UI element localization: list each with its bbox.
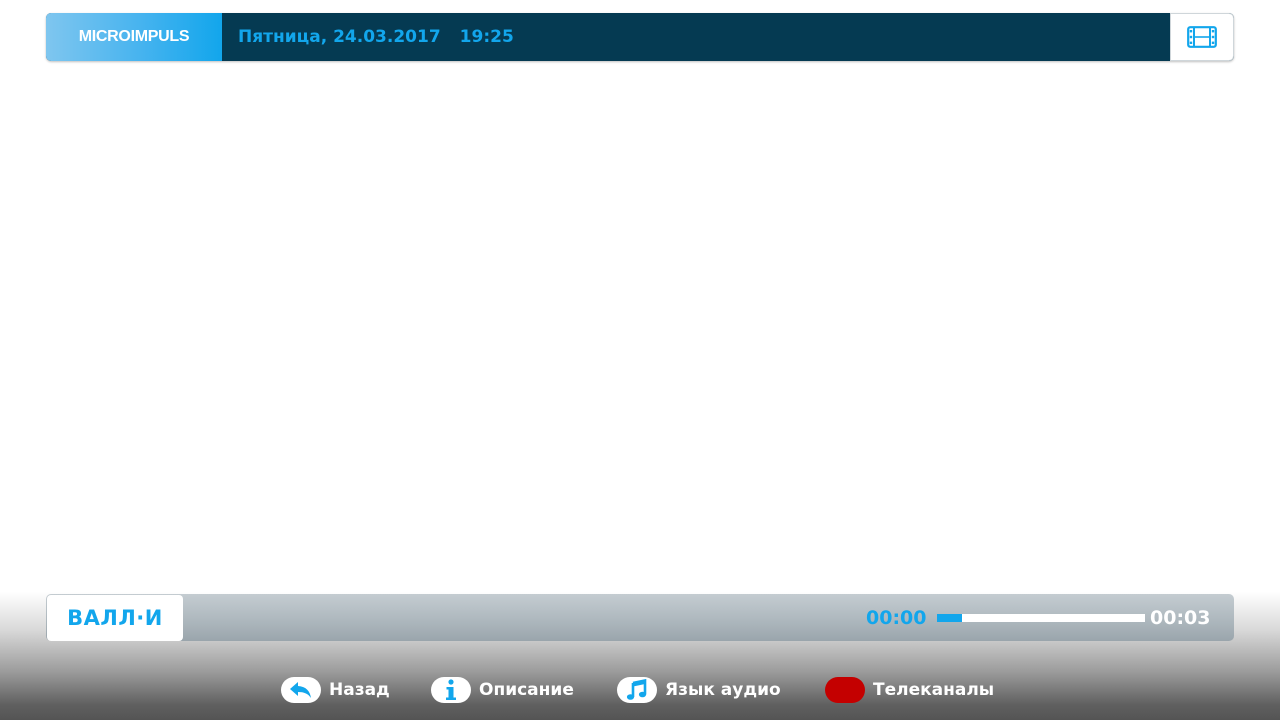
red-button-icon xyxy=(825,677,865,703)
channel-name: ВАЛЛ·И xyxy=(47,595,183,641)
film-strip-icon xyxy=(1187,26,1217,48)
back-key xyxy=(281,677,321,703)
total-time: 00:03 xyxy=(1150,606,1211,629)
hint-back[interactable]: Назад xyxy=(281,676,390,704)
hint-label-back: Назад xyxy=(329,680,390,700)
music-note-icon xyxy=(626,679,647,700)
hint-info[interactable]: Описание xyxy=(431,676,574,704)
back-arrow-icon xyxy=(290,682,311,698)
date-time: Пятница, 24.03.2017 19:25 xyxy=(238,13,514,61)
hint-label-audio: Язык аудио xyxy=(665,680,781,700)
current-time: 19:25 xyxy=(459,27,514,47)
brand-logo: MICROIMPULS xyxy=(46,13,222,61)
current-date: Пятница, 24.03.2017 xyxy=(238,27,441,47)
audio-key xyxy=(617,677,657,703)
info-icon xyxy=(446,679,456,700)
hint-tv-channels[interactable]: Телеканалы xyxy=(825,676,994,704)
player-screen: MICROIMPULS Пятница, 24.03.2017 19:25 ВА… xyxy=(0,0,1280,720)
remote-hints: Назад Описание Язык аудио Телеканалы xyxy=(0,676,1280,704)
hint-audio-language[interactable]: Язык аудио xyxy=(617,676,781,704)
playback-info-bar: ВАЛЛ·И 00:00 00:03 xyxy=(46,594,1234,641)
progress-fill xyxy=(937,614,962,622)
top-bar: MICROIMPULS Пятница, 24.03.2017 19:25 xyxy=(46,13,1234,61)
elapsed-time: 00:00 xyxy=(866,606,927,629)
hint-label-info: Описание xyxy=(479,680,574,700)
media-mode-button[interactable] xyxy=(1170,13,1234,61)
progress-bar[interactable] xyxy=(937,614,1145,622)
info-key xyxy=(431,677,471,703)
hint-label-channels: Телеканалы xyxy=(873,680,995,700)
